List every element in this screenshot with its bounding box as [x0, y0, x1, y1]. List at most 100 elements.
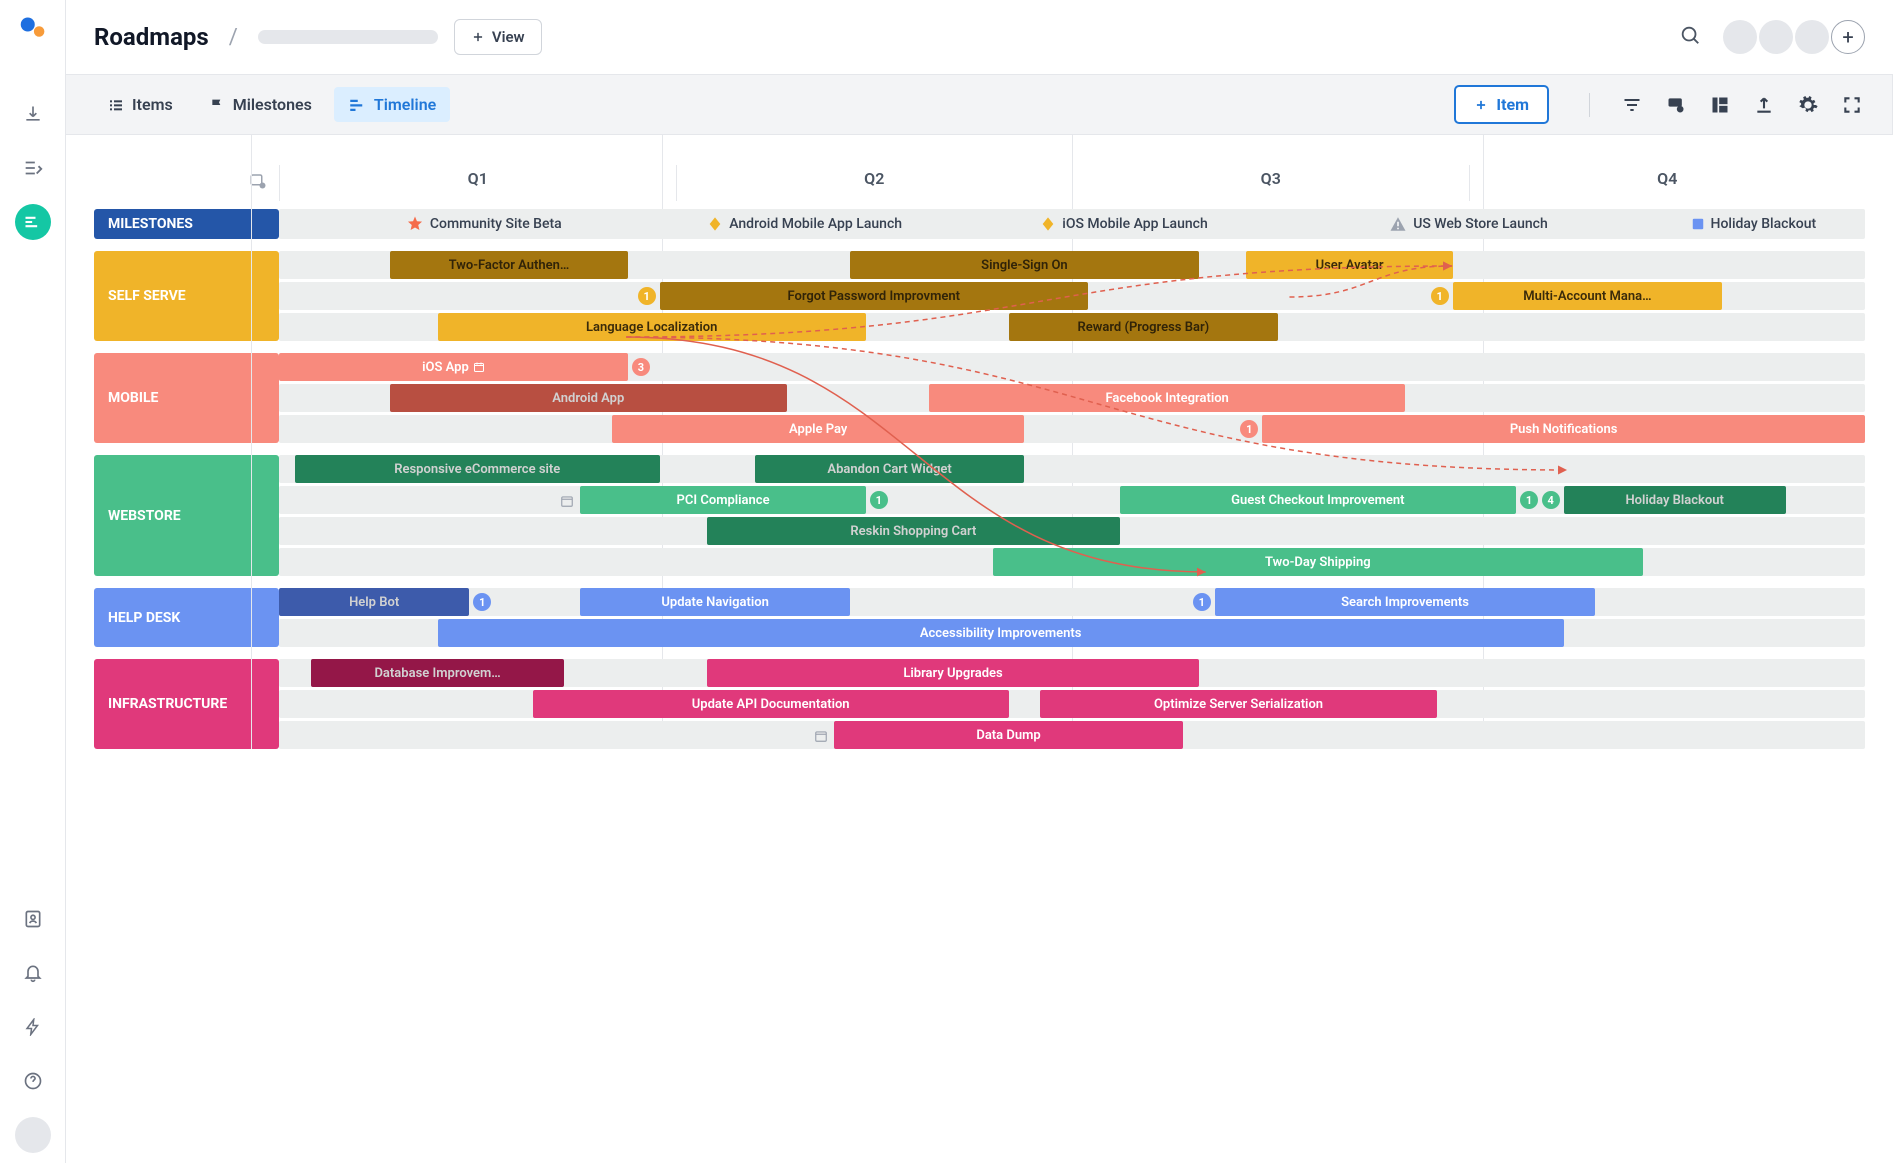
- bell-icon[interactable]: [15, 955, 51, 991]
- bar-label: PCI Compliance: [677, 493, 770, 508]
- bar-label: Forgot Password Improvment: [787, 289, 960, 304]
- bar-label: Two-Day Shipping: [1265, 555, 1371, 570]
- avatar[interactable]: [1723, 20, 1757, 54]
- export-icon[interactable]: [1752, 93, 1776, 117]
- milestone-item[interactable]: US Web Store Launch: [1389, 215, 1548, 233]
- milestone-item[interactable]: iOS Mobile App Launch: [1040, 216, 1208, 232]
- timeline-bar[interactable]: Data Dump: [834, 721, 1183, 749]
- timeline-bar[interactable]: Reskin Shopping Cart: [707, 517, 1119, 545]
- tab-milestones[interactable]: Milestones: [195, 87, 326, 122]
- fullscreen-icon[interactable]: [1840, 93, 1864, 117]
- timeline-bar[interactable]: Reward (Progress Bar): [1009, 313, 1279, 341]
- lane-label-milestones[interactable]: MILESTONES: [94, 209, 279, 239]
- bar-label: iOS App: [422, 360, 469, 375]
- layout-icon[interactable]: [1708, 93, 1732, 117]
- timeline-row: Database Improvem… Library Upgrades: [279, 659, 1865, 687]
- bar-label: Two-Factor Authen…: [449, 258, 570, 273]
- filter-icon[interactable]: [1620, 93, 1644, 117]
- dependency-badge[interactable]: 1: [473, 593, 491, 611]
- bar-label: User Avatar: [1316, 258, 1384, 273]
- breadcrumb-placeholder[interactable]: [258, 30, 438, 44]
- add-user-button[interactable]: +: [1831, 20, 1865, 54]
- timeline-bar[interactable]: Search Improvements: [1215, 588, 1596, 616]
- timeline-row: PCI Compliance 1 Guest Checkout Improvemen…: [279, 486, 1865, 514]
- timeline-bar[interactable]: Two-Day Shipping: [993, 548, 1643, 576]
- timeline-settings-icon[interactable]: [249, 172, 267, 194]
- bar-label: Database Improvem…: [374, 666, 500, 681]
- tab-timeline[interactable]: Timeline: [334, 87, 450, 122]
- lane-label[interactable]: MOBILE: [94, 353, 279, 443]
- link-settings-icon[interactable]: [1664, 93, 1688, 117]
- timeline-bar[interactable]: Apple Pay: [612, 415, 1024, 443]
- timeline-bar[interactable]: Language Localization: [438, 313, 866, 341]
- bar-label: Accessibility Improvements: [920, 626, 1082, 641]
- date-icon: [814, 728, 828, 747]
- milestone-label: Holiday Blackout: [1711, 216, 1817, 232]
- bar-label: Guest Checkout Improvement: [1231, 493, 1404, 508]
- timeline-bar[interactable]: Database Improvem…: [311, 659, 565, 687]
- bar-label: Update API Documentation: [692, 697, 850, 712]
- dependency-badge[interactable]: 1: [638, 287, 656, 305]
- dependency-badge[interactable]: 4: [1542, 491, 1560, 509]
- timeline-row: Two-Factor Authen… Single-Sign On User Ava…: [279, 251, 1865, 279]
- avatar[interactable]: [1795, 20, 1829, 54]
- timeline-bar[interactable]: Guest Checkout Improvement: [1120, 486, 1517, 514]
- search-icon[interactable]: [1673, 18, 1707, 56]
- tab-label: Items: [132, 95, 173, 114]
- timeline-bar[interactable]: Update API Documentation: [533, 690, 1009, 718]
- dependency-badge[interactable]: 1: [1431, 287, 1449, 305]
- lane-label[interactable]: HELP DESK: [94, 588, 279, 647]
- avatar-group: +: [1723, 20, 1865, 54]
- timeline-bar[interactable]: Responsive eCommerce site: [295, 455, 660, 483]
- header: Roadmaps / View +: [66, 0, 1893, 74]
- dependency-badge[interactable]: 1: [1193, 593, 1211, 611]
- app-logo[interactable]: [19, 14, 47, 42]
- view-button[interactable]: View: [454, 19, 542, 55]
- timeline-bar[interactable]: Abandon Cart Widget: [755, 455, 1025, 483]
- dependency-badge[interactable]: 1: [1520, 491, 1538, 509]
- help-icon[interactable]: [15, 1063, 51, 1099]
- contacts-icon[interactable]: [15, 901, 51, 937]
- timeline-nav-icon[interactable]: [15, 204, 51, 240]
- timeline-bar[interactable]: Optimize Server Serialization: [1040, 690, 1437, 718]
- timeline-bar[interactable]: Update Navigation: [580, 588, 850, 616]
- timeline-area[interactable]: Q1 Q2 Q3 Q4 MILESTONES Community Site Be…: [66, 135, 1893, 1163]
- timeline-bar[interactable]: Help Bot: [279, 588, 469, 616]
- timeline-bar[interactable]: Forgot Password Improvment: [660, 282, 1088, 310]
- tab-items[interactable]: Items: [94, 87, 187, 122]
- bar-label: Reward (Progress Bar): [1078, 320, 1210, 335]
- timeline-bar[interactable]: Multi-Account Mana…: [1453, 282, 1723, 310]
- add-item-button[interactable]: Item: [1454, 85, 1549, 124]
- milestone-item[interactable]: Community Site Beta: [406, 215, 562, 233]
- lane-label[interactable]: SELF SERVE: [94, 251, 279, 341]
- timeline-bar[interactable]: PCI Compliance: [580, 486, 865, 514]
- dependency-badge[interactable]: 1: [1240, 420, 1258, 438]
- bolt-icon[interactable]: [15, 1009, 51, 1045]
- list-check-icon[interactable]: [15, 150, 51, 186]
- lane-label[interactable]: WEBSTORE: [94, 455, 279, 576]
- lane-label[interactable]: INFRASTRUCTURE: [94, 659, 279, 749]
- milestone-label: Community Site Beta: [430, 216, 562, 232]
- timeline-bar[interactable]: Holiday Blackout: [1564, 486, 1786, 514]
- avatar[interactable]: [1759, 20, 1793, 54]
- timeline-bar[interactable]: Library Upgrades: [707, 659, 1199, 687]
- download-icon[interactable]: [15, 96, 51, 132]
- timeline-bar[interactable]: iOS App: [279, 353, 628, 381]
- timeline-bar[interactable]: Facebook Integration: [929, 384, 1405, 412]
- timeline-bar[interactable]: Accessibility Improvements: [438, 619, 1564, 647]
- timeline-bar[interactable]: Android App: [390, 384, 787, 412]
- milestone-label: Android Mobile App Launch: [729, 216, 902, 232]
- dependency-badge[interactable]: 1: [870, 491, 888, 509]
- milestone-item[interactable]: Android Mobile App Launch: [707, 216, 902, 232]
- timeline-bar[interactable]: Two-Factor Authen…: [390, 251, 628, 279]
- bar-label: Android App: [552, 391, 624, 406]
- left-nav-rail: [0, 0, 66, 1163]
- timeline-bar[interactable]: Single-Sign On: [850, 251, 1199, 279]
- timeline-bar[interactable]: Push Notifications: [1262, 415, 1865, 443]
- user-avatar[interactable]: [15, 1117, 51, 1153]
- page-title: Roadmaps: [94, 23, 209, 51]
- dependency-badge[interactable]: 3: [632, 358, 650, 376]
- milestone-item[interactable]: Holiday Blackout: [1691, 216, 1817, 232]
- settings-icon[interactable]: [1796, 93, 1820, 117]
- timeline-bar[interactable]: User Avatar: [1246, 251, 1452, 279]
